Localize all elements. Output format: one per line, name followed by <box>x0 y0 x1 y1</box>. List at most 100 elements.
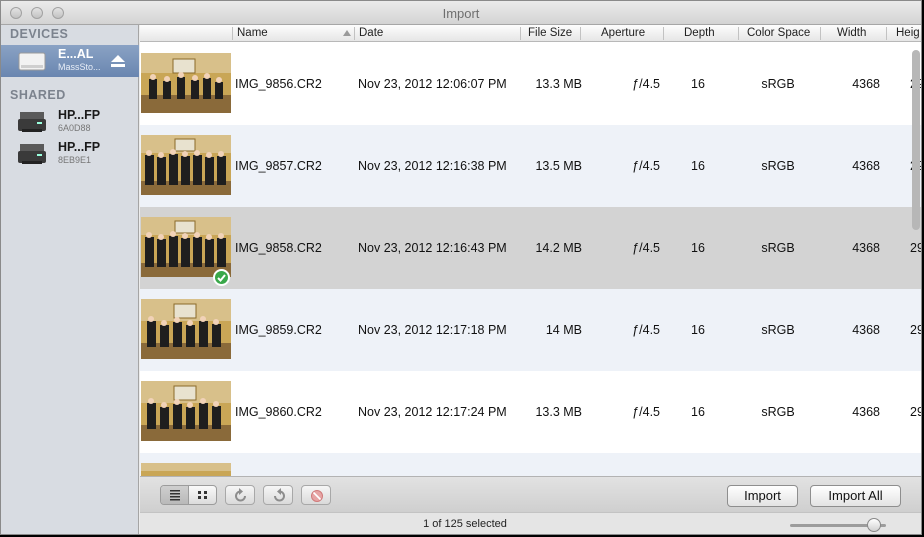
column-separator <box>520 27 521 40</box>
color-space: sRGB <box>761 323 795 337</box>
file-date: Nov 23, 2012 12:17:18 PM <box>358 323 507 337</box>
table-row[interactable] <box>140 453 921 476</box>
file-date: Nov 23, 2012 12:16:43 PM <box>358 241 507 255</box>
file-size: 14.2 MB <box>535 241 582 255</box>
aperture: ƒ/4.5 <box>632 159 660 173</box>
list-view-button[interactable] <box>161 486 189 504</box>
column-aperture[interactable]: Aperture <box>601 27 645 39</box>
shared-device-name: HP...FP <box>58 108 101 122</box>
import-button[interactable]: Import <box>727 485 798 507</box>
column-file-size[interactable]: File Size <box>528 27 572 39</box>
photo-thumbnail <box>141 299 231 359</box>
device-name: E...AL <box>58 47 94 61</box>
width: 4368 <box>852 323 880 337</box>
file-name: IMG_9858.CR2 <box>235 241 322 255</box>
file-name: IMG_9857.CR2 <box>235 159 322 173</box>
aperture: ƒ/4.5 <box>632 241 660 255</box>
column-width[interactable]: Width <box>837 27 866 39</box>
column-separator <box>663 27 664 40</box>
column-separator <box>820 27 821 40</box>
icon-view-button[interactable] <box>189 486 217 504</box>
shared-device-id: 6A0D88 <box>58 123 91 133</box>
table-row[interactable]: IMG_9856.CR2 Nov 23, 2012 12:06:07 PM 13… <box>140 43 921 125</box>
file-list: Name Date File Size Aperture Depth Color… <box>140 25 921 476</box>
depth: 16 <box>691 405 705 419</box>
column-date[interactable]: Date <box>359 27 383 39</box>
table-row[interactable]: IMG_9857.CR2 Nov 23, 2012 12:16:38 PM 13… <box>140 125 921 207</box>
rotate-left-button[interactable] <box>225 485 255 505</box>
column-separator <box>354 27 355 40</box>
color-space: sRGB <box>761 241 795 255</box>
width: 4368 <box>852 77 880 91</box>
column-height[interactable]: Heig <box>896 27 920 39</box>
width: 4368 <box>852 241 880 255</box>
file-date: Nov 23, 2012 12:17:24 PM <box>358 405 507 419</box>
eject-icon[interactable] <box>111 55 125 67</box>
depth: 16 <box>691 323 705 337</box>
column-header-bar: Name Date File Size Aperture Depth Color… <box>140 25 921 42</box>
title-bar: Import <box>1 1 921 25</box>
grid-view-icon <box>198 491 207 499</box>
rotate-right-button[interactable] <box>263 485 293 505</box>
delete-button[interactable] <box>301 485 331 505</box>
photo-thumbnail <box>141 53 231 113</box>
file-size: 14 MB <box>545 323 582 337</box>
import-all-button[interactable]: Import All <box>810 485 901 507</box>
view-mode-segmented-control <box>160 485 217 505</box>
column-depth[interactable]: Depth <box>684 27 715 39</box>
sidebar-item-shared-1[interactable]: HP...FP 6A0D88 <box>1 106 139 138</box>
file-size: 13.3 MB <box>535 405 582 419</box>
printer-icon <box>18 112 46 132</box>
shared-header: SHARED <box>10 88 66 102</box>
sidebar: DEVICES E...AL MassSto... SHARED HP...FP <box>1 25 139 534</box>
column-separator <box>738 27 739 40</box>
file-size: 13.3 MB <box>535 77 582 91</box>
photo-thumbnail <box>141 217 231 277</box>
photo-thumbnail <box>141 463 231 476</box>
color-space: sRGB <box>761 77 795 91</box>
vertical-scrollbar[interactable] <box>910 42 921 476</box>
table-row[interactable]: IMG_9859.CR2 Nov 23, 2012 12:17:18 PM 14… <box>140 289 921 371</box>
photo-thumbnail <box>141 381 231 441</box>
depth: 16 <box>691 241 705 255</box>
rotate-right-icon <box>274 488 285 502</box>
width: 4368 <box>852 159 880 173</box>
file-name: IMG_9859.CR2 <box>235 323 322 337</box>
file-date: Nov 23, 2012 12:06:07 PM <box>358 77 507 91</box>
drive-icon <box>18 52 46 71</box>
width: 4368 <box>852 405 880 419</box>
photo-thumbnail <box>141 135 231 195</box>
column-separator <box>580 27 581 40</box>
sort-ascending-icon <box>343 30 351 36</box>
sidebar-item-device[interactable]: E...AL MassSto... <box>1 45 139 77</box>
window-title: Import <box>442 6 480 21</box>
file-name: IMG_9856.CR2 <box>235 77 322 91</box>
no-entry-icon <box>311 490 323 502</box>
color-space: sRGB <box>761 159 795 173</box>
column-separator <box>886 27 887 40</box>
table-row-selected[interactable]: IMG_9858.CR2 Nov 23, 2012 12:16:43 PM 14… <box>140 207 921 289</box>
shared-device-name: HP...FP <box>58 140 101 154</box>
bottom-toolbar: Import Import All <box>140 476 921 512</box>
thumbnail-size-slider-knob[interactable] <box>867 518 881 532</box>
column-color-space[interactable]: Color Space <box>747 27 810 39</box>
printer-icon <box>18 144 46 164</box>
column-name[interactable]: Name <box>237 27 268 39</box>
aperture: ƒ/4.5 <box>632 323 660 337</box>
table-row[interactable]: IMG_9860.CR2 Nov 23, 2012 12:17:24 PM 13… <box>140 371 921 453</box>
scrollbar-thumb[interactable] <box>912 50 920 230</box>
rotate-left-icon <box>235 488 246 502</box>
status-bar: 1 of 125 selected <box>140 512 921 534</box>
color-space: sRGB <box>761 405 795 419</box>
devices-header: DEVICES <box>10 27 69 41</box>
column-separator <box>232 27 233 40</box>
sidebar-item-shared-2[interactable]: HP...FP 8EB9E1 <box>1 138 139 170</box>
import-window: Import DEVICES E...AL MassSto... SHARED <box>0 0 922 535</box>
shared-device-id: 8EB9E1 <box>58 155 92 165</box>
file-size: 13.5 MB <box>535 159 582 173</box>
list-view-icon <box>170 490 180 501</box>
checkmark-icon <box>213 269 230 286</box>
aperture: ƒ/4.5 <box>632 77 660 91</box>
selection-count: 1 of 125 selected <box>423 518 507 530</box>
depth: 16 <box>691 159 705 173</box>
